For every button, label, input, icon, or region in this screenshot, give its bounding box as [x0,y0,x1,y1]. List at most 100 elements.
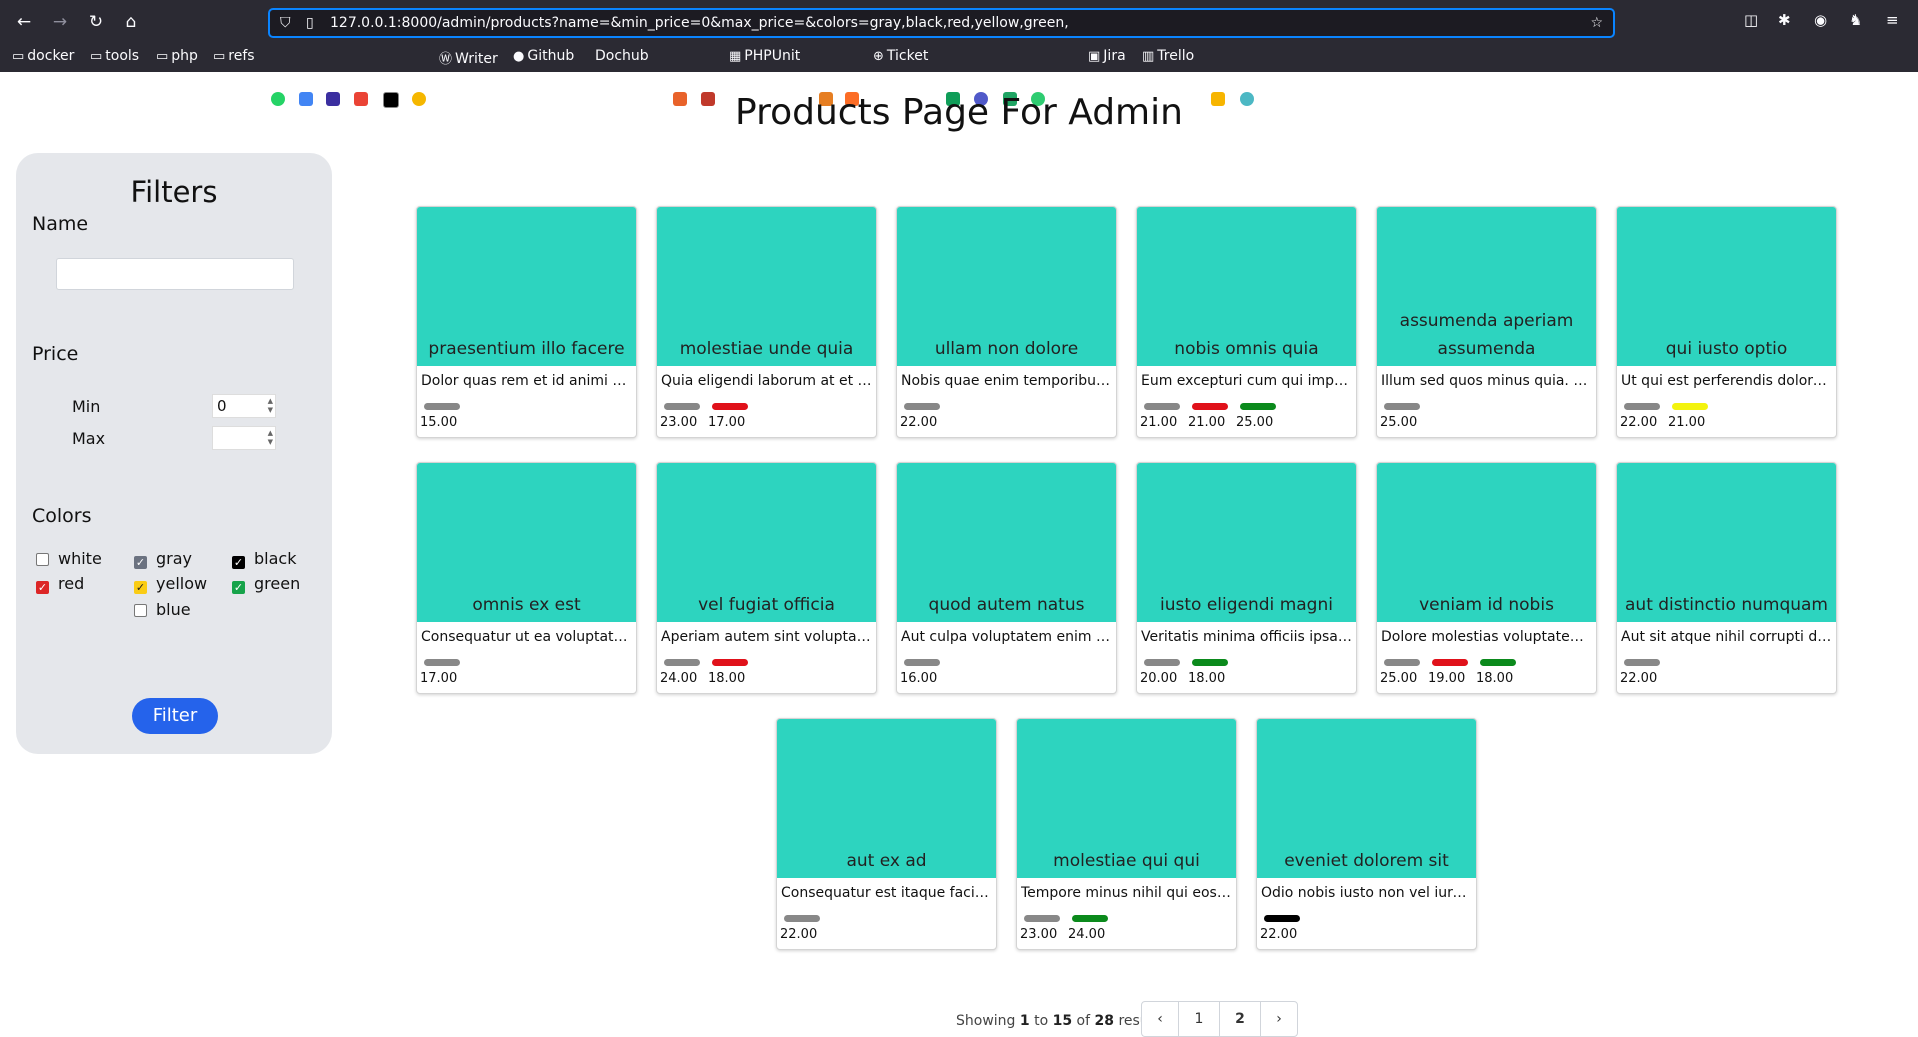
color-swatch [424,659,460,666]
spinner-icon[interactable]: ▲ ▼ [268,429,273,447]
product-image: qui iusto optio [1617,207,1836,366]
bookmark-refs[interactable]: ▭ refs [213,48,255,64]
min-price-input[interactable]: 0 ▲ ▼ [212,394,276,418]
bookmark-tools[interactable]: ▭ tools [90,48,139,64]
product-card[interactable]: qui iusto optio Ut qui est perferendis do… [1616,206,1837,438]
color-swatch [1192,659,1228,666]
product-name: nobis omnis quia [1174,339,1319,359]
product-description: Quia eligendi laborum at et repellat. [661,373,872,389]
bookmark-docker[interactable]: ▭ docker [12,48,74,64]
next-page-button[interactable]: › [1260,1001,1298,1037]
product-card[interactable]: eveniet dolorem sit Odio nobis iusto non … [1256,718,1477,950]
bookmark-dochub[interactable]: Dochub [592,48,649,64]
product-variants: 22.00 [900,403,948,437]
product-variant: 15.00 [420,403,460,430]
color-swatch [1240,403,1276,410]
color-label: green [254,574,301,593]
product-name: eveniet dolorem sit [1284,851,1449,871]
product-description: Aut culpa voluptatem enim dicta est. [901,629,1112,645]
profile-icon[interactable]: ◉ [1814,11,1827,29]
bookmark-trello[interactable]: ▥ Trello [1142,48,1194,64]
writer-icon: Ⓦ [439,52,453,67]
product-variant: 17.00 [420,659,460,686]
product-card[interactable]: ullam non dolore Nobis quae enim temporib… [896,206,1117,438]
product-card[interactable]: molestiae unde quia Quia eligendi laborum… [656,206,877,438]
product-card[interactable]: molestiae qui qui Tempore minus nihil qui… [1016,718,1237,950]
product-card[interactable]: aut ex ad Consequatur est itaque facilis … [776,718,997,950]
product-card[interactable]: quod autem natus Aut culpa voluptatem eni… [896,462,1117,694]
variant-price: 24.00 [660,671,698,686]
extension-icon[interactable]: ♞ [1849,11,1862,29]
prev-page-button[interactable]: ‹ [1141,1001,1179,1037]
spinner-icon[interactable]: ▲ ▼ [268,397,273,415]
color-swatch [1624,659,1660,666]
globe-icon: ⊕ [873,49,884,64]
reload-icon[interactable]: ↻ [84,10,108,34]
forward-arrow-icon[interactable]: → [48,10,72,34]
product-card[interactable]: iusto eligendi magni Veritatis minima off… [1136,462,1357,694]
color-checkbox[interactable] [36,553,49,566]
color-option-green[interactable]: ✓ green [232,574,300,594]
color-checkbox[interactable]: ✓ [232,581,245,594]
menu-icon[interactable]: ≡ [1886,11,1899,29]
product-variant: 22.00 [1620,659,1660,686]
color-option-yellow[interactable]: ✓ yellow [134,574,207,594]
max-price-input[interactable]: ▲ ▼ [212,426,276,450]
product-variant: 23.00 [660,403,700,430]
address-bar[interactable]: ⛉ ▯ 127.0.0.1:8000/admin/products?name=&… [268,8,1615,38]
variant-price: 25.00 [1380,415,1418,430]
pocket-icon[interactable]: ◫ [1744,11,1758,29]
page-1-button[interactable]: 1 [1178,1001,1220,1037]
color-checkbox[interactable]: ✓ [134,556,147,569]
color-option-blue[interactable]: blue [134,600,191,620]
bookmark-phpunit[interactable]: ▦ PHPUnit [729,48,800,64]
bookmark-ticket[interactable]: ⊕ Ticket [873,48,928,64]
bookmark-jira[interactable]: ▣ Jira [1088,48,1126,64]
home-icon[interactable]: ⌂ [119,10,143,34]
color-option-red[interactable]: ✓ red [36,574,84,594]
product-image: vel fugiat officia [657,463,876,622]
color-swatch [904,659,940,666]
color-option-gray[interactable]: ✓ gray [134,549,192,569]
bookmark-star-icon[interactable]: ☆ [1590,15,1603,31]
extension-icon[interactable]: ✱ [1778,11,1791,29]
product-card[interactable]: aut distinctio numquam Aut sit atque nihi… [1616,462,1837,694]
name-input[interactable] [56,258,294,290]
color-checkbox[interactable]: ✓ [36,581,49,594]
product-card[interactable]: assumenda aperiam assumenda Illum sed quo… [1376,206,1597,438]
bookmark-github[interactable]: ● Github [513,48,574,64]
color-checkbox[interactable] [134,604,147,617]
product-name: veniam id nobis [1419,595,1554,615]
color-checkbox[interactable]: ✓ [232,556,245,569]
product-variant: 21.00 [1140,403,1180,430]
product-card[interactable]: praesentium illo facere Dolor quas rem et… [416,206,637,438]
name-label: Name [32,213,89,235]
color-option-black[interactable]: ✓ black [232,549,296,569]
product-variant: 25.00 [1380,659,1420,686]
variant-price: 25.00 [1236,415,1274,430]
variant-price: 21.00 [1140,415,1178,430]
back-arrow-icon[interactable]: ← [12,10,36,34]
product-card[interactable]: vel fugiat officia Aperiam autem sint vol… [656,462,877,694]
url-text[interactable]: 127.0.0.1:8000/admin/products?name=&min_… [330,15,1069,31]
variant-price: 21.00 [1188,415,1226,430]
color-option-white[interactable]: white [36,549,102,569]
max-label: Max [72,429,106,448]
page-info-icon[interactable]: ▯ [306,15,314,31]
variant-price: 16.00 [900,671,938,686]
product-card[interactable]: omnis ex est Consequatur ut ea voluptates… [416,462,637,694]
filter-button[interactable]: Filter [132,698,218,734]
product-image: quod autem natus [897,463,1116,622]
page-title: Products Page For Admin [735,92,1183,133]
color-checkbox[interactable]: ✓ [134,581,147,594]
github-icon: ● [513,49,525,64]
bookmark-writer[interactable]: Ⓦ Writer [439,48,498,67]
shield-icon[interactable]: ⛉ [280,15,291,31]
chevron-right-icon: › [1276,1011,1282,1027]
bookmark-php[interactable]: ▭ php [156,48,198,64]
product-image: iusto eligendi magni [1137,463,1356,622]
results-summary: Showing 1 to 15 of 28 results [956,1013,1165,1029]
page-2-button[interactable]: 2 [1219,1001,1261,1037]
product-card[interactable]: veniam id nobis Dolore molestias voluptat… [1376,462,1597,694]
product-card[interactable]: nobis omnis quia Eum excepturi cum qui im… [1136,206,1357,438]
